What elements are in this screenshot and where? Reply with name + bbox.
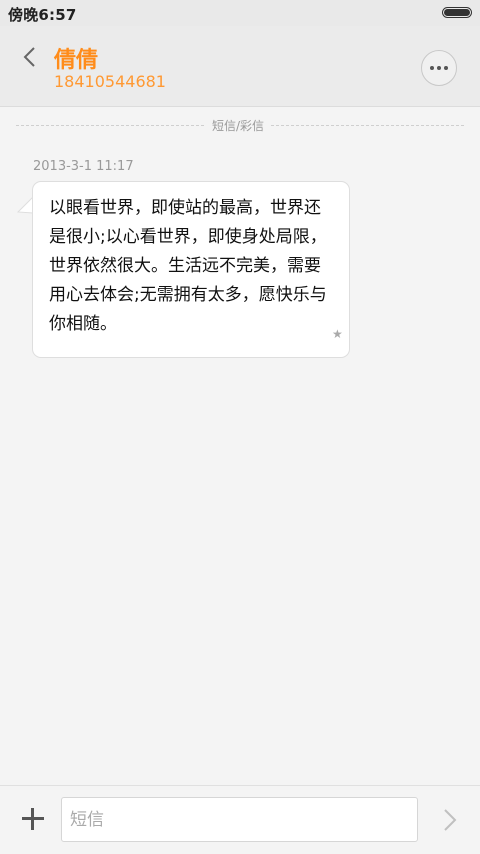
battery-icon — [442, 7, 472, 18]
more-options-button[interactable] — [421, 50, 457, 86]
message-type-label: 短信/彩信 — [205, 117, 272, 134]
message-bubble[interactable]: 以眼看世界，即使站的最高，世界还是很小;以心看世界，即使身处局限，世界依然很大。… — [32, 181, 350, 358]
contact-name[interactable]: 倩倩 — [54, 42, 98, 74]
message-text: 以眼看世界，即使站的最高，世界还是很小;以心看世界，即使身处局限，世界依然很大。… — [49, 198, 327, 334]
status-bar: 傍晚6:57 — [0, 0, 480, 26]
composer-bar — [0, 785, 480, 854]
chevron-right-icon — [444, 809, 457, 831]
back-button[interactable] — [14, 42, 44, 72]
message-timestamp: 2013-3-1 11:17 — [33, 159, 134, 174]
message-input[interactable] — [61, 797, 418, 842]
star-icon: ★ — [332, 327, 343, 341]
add-attachment-button[interactable] — [20, 806, 46, 832]
chevron-left-icon — [23, 47, 35, 67]
conversation-header: 倩倩 18410544681 — [0, 26, 480, 107]
contact-number[interactable]: 18410544681 — [54, 72, 166, 91]
ellipsis-icon — [430, 66, 434, 70]
status-time: 傍晚6:57 — [8, 6, 77, 24]
send-button[interactable] — [440, 806, 460, 834]
